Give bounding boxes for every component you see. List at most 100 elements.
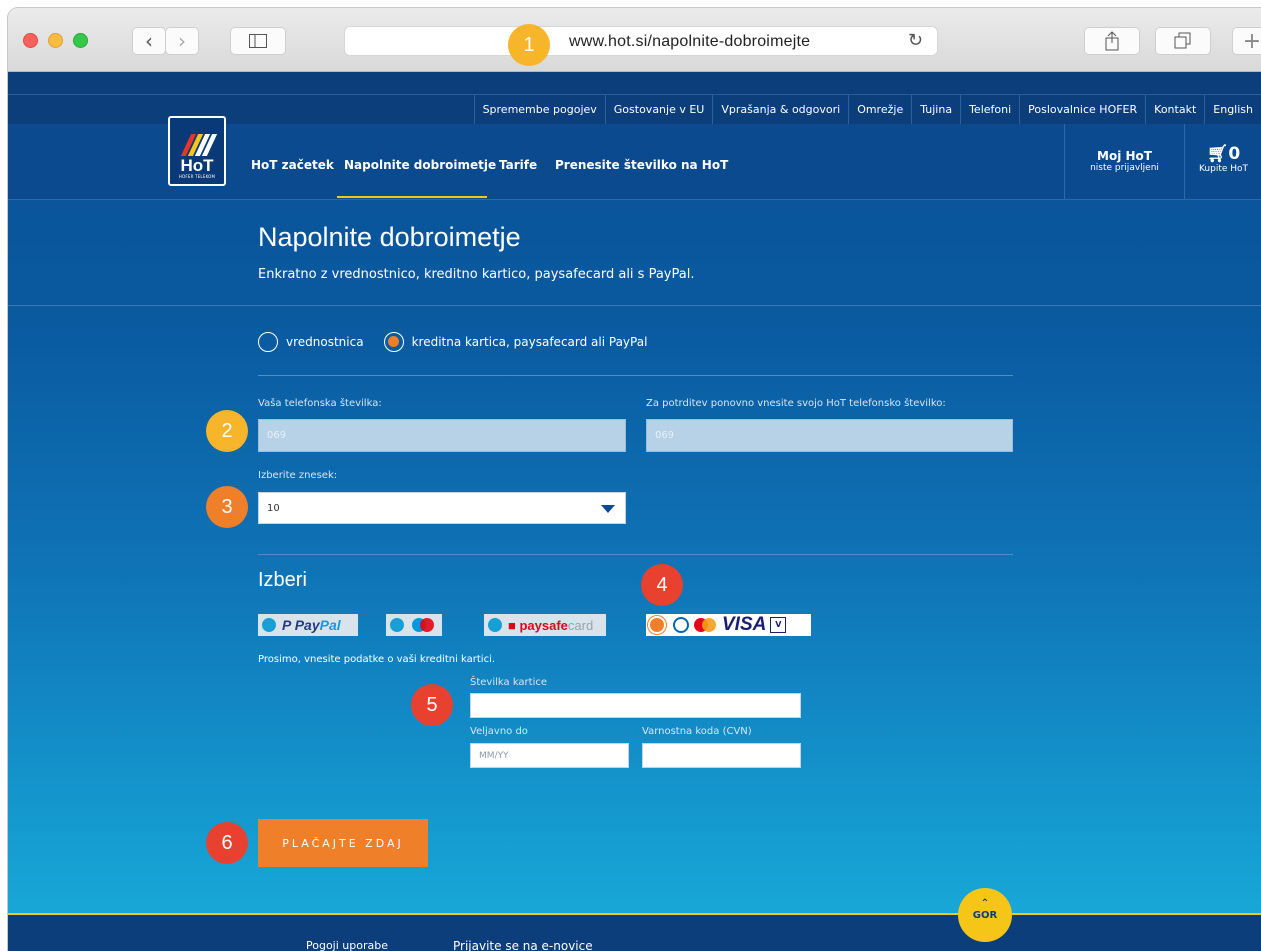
cart-label: Kupite HoT <box>1198 164 1249 174</box>
card-number-label: Številka kartice <box>470 677 548 688</box>
address-bar[interactable]: www.hot.si/napolnite-dobroimejte ↻ <box>344 26 938 56</box>
util-link-kontakt[interactable]: Kontakt <box>1145 95 1204 125</box>
payment-option-paysafecard[interactable]: ■ paysafecard <box>484 614 606 636</box>
radio-vrednostnica[interactable] <box>258 332 278 352</box>
account-link[interactable]: Moj HoT niste prijavljeni <box>1064 124 1185 199</box>
payment-option-creditcard[interactable]: VISA V <box>646 614 811 636</box>
header-divider <box>8 305 1261 306</box>
tabs-button[interactable] <box>1155 27 1211 55</box>
card-form-prompt: Prosimo, vnesite podatke o vaši kreditni… <box>258 654 496 665</box>
minimize-window-button[interactable] <box>48 33 63 48</box>
util-link-gostovanje[interactable]: Gostovanje v EU <box>604 95 713 125</box>
radio-kreditna-kartica[interactable] <box>383 332 404 352</box>
new-tab-button[interactable]: + <box>1232 27 1261 55</box>
mastercard-icon <box>694 618 716 632</box>
back-to-top-button[interactable]: ⌃ GOR <box>958 888 1012 942</box>
radio-maestro[interactable] <box>388 616 406 634</box>
footer-link-pogoji[interactable]: Pogoji uporabe <box>306 939 388 951</box>
visa-logo: VISA <box>722 614 767 635</box>
paypal-logo-p: P <box>282 617 291 633</box>
phone-label: Vaša telefonska številka: <box>258 398 382 409</box>
util-link-pogoji[interactable]: Spremembe pogojev <box>473 95 605 125</box>
annotation-badge-3: 3 <box>206 486 248 528</box>
expiry-label: Veljavno do <box>470 726 528 737</box>
hot-logo[interactable]: HoT HOFER TELEKOM <box>168 116 226 186</box>
annotation-badge-2: 2 <box>206 410 248 452</box>
cart-icon: 🛒︎ <box>1206 144 1229 164</box>
back-button[interactable]: ‹ <box>132 27 166 55</box>
nav-prenesite-stevilko[interactable]: Prenesite številko na HoT <box>555 158 728 172</box>
pay-now-button[interactable]: PLAČAJTE ZDAJ <box>258 819 428 867</box>
paysafecard-logo-b: card <box>567 617 594 633</box>
nav-tarife[interactable]: Tarife <box>499 158 537 172</box>
paypal-logo: P PayPal <box>282 617 341 633</box>
url-text: www.hot.si/napolnite-dobroimejte <box>569 33 811 50</box>
payment-option-maestro[interactable] <box>386 614 442 636</box>
page-title: Napolnite dobroimetje <box>258 222 521 252</box>
payment-option-paypal[interactable]: P PayPal <box>258 614 358 636</box>
close-window-button[interactable] <box>23 33 38 48</box>
paysafecard-logo-a: paysafe <box>519 617 568 633</box>
vpay-icon: V <box>770 617 787 633</box>
back-icon: ‹ <box>145 29 153 53</box>
expiry-input[interactable]: MM/YY <box>470 743 629 768</box>
radio-creditcard[interactable] <box>648 616 666 634</box>
browser-toolbar: ‹ › www.hot.si/napolnite-dobroimejte ↻ + <box>8 8 1261 72</box>
radio-paysafecard[interactable] <box>486 616 504 634</box>
top-strip <box>8 72 1261 94</box>
util-link-omrezje[interactable]: Omrežje <box>848 95 911 125</box>
amount-label: Izberite znesek: <box>258 470 338 481</box>
phone-confirm-input[interactable]: 069 <box>646 419 1013 452</box>
cvn-input[interactable] <box>642 743 801 768</box>
maestro-icon <box>412 618 434 632</box>
util-link-vprasanja[interactable]: Vprašanja & odgovori <box>712 95 848 125</box>
lock-icon: ■ <box>508 617 516 633</box>
cart-count: 0 <box>1228 144 1241 164</box>
annotation-badge-5: 5 <box>411 684 453 726</box>
zoom-window-button[interactable] <box>73 33 88 48</box>
divider <box>258 554 1013 555</box>
cvn-label: Varnostna koda (CVN) <box>642 726 752 737</box>
back-to-top-label: GOR <box>972 910 998 921</box>
amount-value: 10 <box>267 503 280 514</box>
tabs-icon <box>1174 32 1191 49</box>
nav-hot-zacetek[interactable]: HoT začetek <box>251 158 334 172</box>
new-tab-icon: + <box>1242 28 1261 54</box>
topup-method-selector: vrednostnica kreditna kartica, paysafeca… <box>258 332 647 352</box>
forward-icon: › <box>178 29 186 53</box>
logo-stripes-icon <box>180 134 218 156</box>
logo-text: HoT <box>180 156 214 175</box>
card-number-input[interactable] <box>470 693 801 718</box>
annotation-badge-1: 1 <box>508 24 550 66</box>
account-status: niste prijavljeni <box>1090 163 1159 173</box>
radio-vrednostnica-label[interactable]: vrednostnica <box>286 335 364 349</box>
phone-input[interactable]: 069 <box>258 419 626 452</box>
nav-napolnite-dobroimetje[interactable]: Napolnite dobroimetje <box>344 158 496 172</box>
paypal-logo-pay: Pay <box>294 617 320 633</box>
diners-club-icon <box>673 617 689 633</box>
util-link-english[interactable]: English <box>1204 95 1261 125</box>
radio-kreditna-kartica-label[interactable]: kreditna kartica, paysafecard ali PayPal <box>412 335 648 349</box>
util-link-telefoni[interactable]: Telefoni <box>960 95 1019 125</box>
active-nav-indicator <box>337 196 487 198</box>
footer-link-enovice[interactable]: Prijavite se na e-novice <box>453 939 593 951</box>
radio-paypal[interactable] <box>260 616 278 634</box>
annotation-badge-6: 6 <box>206 822 248 864</box>
share-button[interactable] <box>1084 27 1140 55</box>
cart-link[interactable]: 🛒︎0 Kupite HoT <box>1186 124 1261 199</box>
annotation-badge-4: 4 <box>641 564 683 606</box>
forward-button[interactable]: › <box>165 27 199 55</box>
account-title: Moj HoT <box>1097 149 1152 163</box>
util-link-poslovalnice[interactable]: Poslovalnice HOFER <box>1019 95 1145 125</box>
logo-subtext: HOFER TELEKOM <box>178 174 216 179</box>
footer: Pogoji uporabe Prijavite se na e-novice <box>8 913 1261 951</box>
sidebar-icon <box>249 34 267 48</box>
page-subtitle: Enkratno z vrednostnico, kreditno kartic… <box>258 267 695 282</box>
payment-heading: Izberi <box>258 569 307 591</box>
util-link-tujina[interactable]: Tujina <box>911 95 960 125</box>
website: Spremembe pogojev Gostovanje v EU Vpraša… <box>8 72 1261 951</box>
sidebar-button[interactable] <box>230 27 286 55</box>
browser-window: ‹ › www.hot.si/napolnite-dobroimejte ↻ +… <box>8 8 1261 951</box>
reload-icon[interactable]: ↻ <box>908 30 923 51</box>
amount-select[interactable]: 10 <box>258 492 626 524</box>
